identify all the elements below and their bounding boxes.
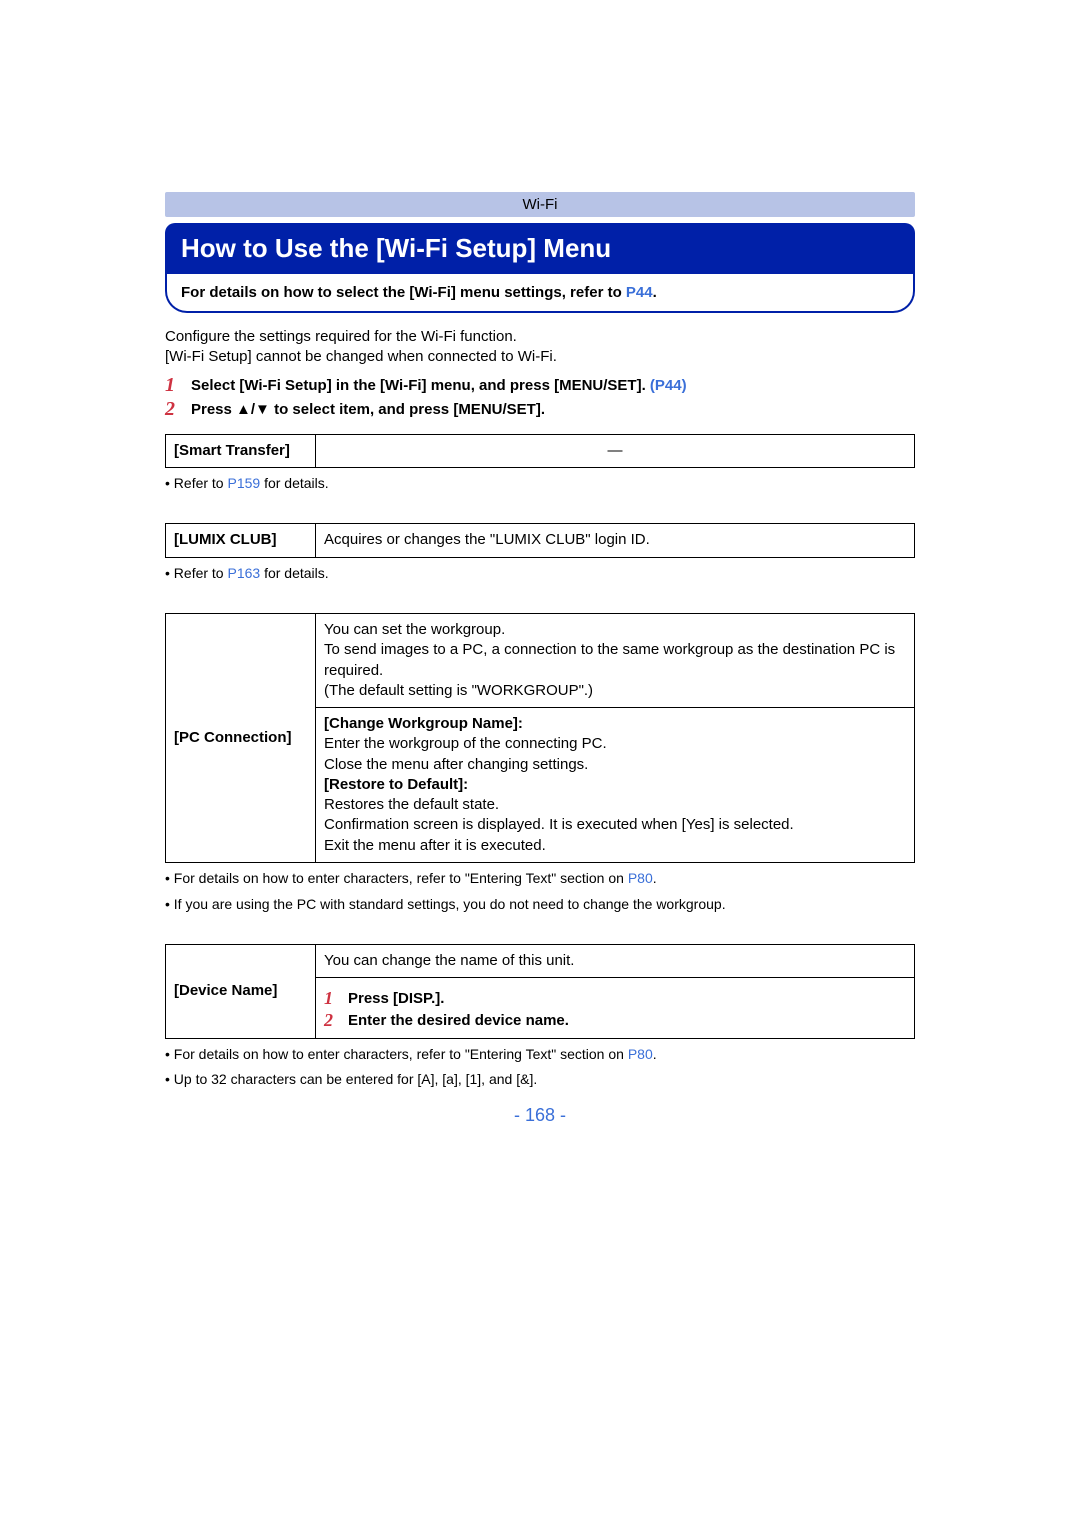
link-p159[interactable]: P159 [227, 475, 260, 491]
note: • If you are using the PC with standard … [165, 895, 915, 915]
table-label: [Smart Transfer] [166, 434, 316, 467]
step-row: 2 Press ▲/▼ to select item, and press [M… [165, 398, 915, 420]
inner-step-text: Press [DISP.]. [348, 988, 444, 1009]
sub-line: Confirmation screen is displayed. It is … [324, 815, 906, 835]
main-steps: 1 Select [Wi-Fi Setup] in the [Wi-Fi] me… [165, 374, 915, 420]
link-p80[interactable]: P80 [628, 870, 653, 886]
note-text: • For details on how to enter characters… [165, 1046, 628, 1062]
intro-line-2: [Wi-Fi Setup] cannot be changed when con… [165, 347, 915, 367]
table-lumix-club: [LUMIX CLUB] Acquires or changes the "LU… [165, 523, 915, 557]
note-text: • For details on how to enter characters… [165, 870, 628, 886]
link-p80-b[interactable]: P80 [628, 1046, 653, 1062]
link-p163[interactable]: P163 [227, 565, 260, 581]
inner-step-row: 1 Press [DISP.]. [324, 988, 906, 1010]
note-text-post: . [653, 1046, 657, 1062]
note-text-post: . [653, 870, 657, 886]
note-text-post: for details. [260, 565, 328, 581]
table-label: [LUMIX CLUB] [166, 524, 316, 557]
step-1-text: Select [Wi-Fi Setup] in the [Wi-Fi] menu… [191, 377, 650, 394]
table-value-steps: 1 Press [DISP.]. 2 Enter the desired dev… [316, 978, 915, 1038]
inner-steps: 1 Press [DISP.]. 2 Enter the desired dev… [324, 988, 906, 1031]
table-value-top: You can change the name of this unit. [316, 945, 915, 978]
note: • Refer to P163 for details. [165, 564, 915, 584]
table-value-top: You can set the workgroup. To send image… [316, 614, 915, 708]
details-text-after: . [653, 284, 657, 301]
details-callout: For details on how to select the [Wi-Fi]… [165, 274, 915, 313]
table-value: Acquires or changes the "LUMIX CLUB" log… [316, 524, 915, 557]
sub-line: Close the menu after changing settings. [324, 755, 906, 775]
note: • For details on how to enter characters… [165, 869, 915, 889]
step-text: Press ▲/▼ to select item, and press [MEN… [191, 398, 545, 420]
table-value: — [316, 434, 915, 467]
inner-step-row: 2 Enter the desired device name. [324, 1010, 906, 1032]
step-number: 1 [165, 374, 191, 396]
table-smart-transfer: [Smart Transfer] — [165, 434, 915, 468]
note: • Refer to P159 for details. [165, 474, 915, 494]
sub-heading: [Change Workgroup Name]: [324, 714, 906, 734]
intro-text: Configure the settings required for the … [165, 327, 915, 368]
inner-step-number: 2 [324, 1010, 348, 1032]
page-number: - 168 - [0, 1105, 1080, 1126]
sub-line: Enter the workgroup of the connecting PC… [324, 734, 906, 754]
pc-line: (The default setting is "WORKGROUP".) [324, 681, 906, 701]
note-text: • Refer to [165, 475, 227, 491]
page-title: How to Use the [Wi-Fi Setup] Menu [165, 223, 915, 274]
table-label: [Device Name] [166, 945, 316, 1038]
step-row: 1 Select [Wi-Fi Setup] in the [Wi-Fi] me… [165, 374, 915, 396]
table-device-name: [Device Name] You can change the name of… [165, 944, 915, 1038]
arrow-up-down-icon: ▲/▼ [236, 401, 270, 418]
table-label: [PC Connection] [166, 614, 316, 863]
step-text: Select [Wi-Fi Setup] in the [Wi-Fi] menu… [191, 374, 687, 396]
pc-line: To send images to a PC, a connection to … [324, 640, 906, 681]
step-2-text-post: to select item, and press [MENU/SET]. [270, 401, 545, 418]
sub-heading: [Restore to Default]: [324, 775, 906, 795]
inner-step-text: Enter the desired device name. [348, 1010, 569, 1031]
step-number: 2 [165, 398, 191, 420]
note: • Up to 32 characters can be entered for… [165, 1070, 915, 1090]
page-content: Wi-Fi How to Use the [Wi-Fi Setup] Menu … [0, 0, 1080, 1090]
link-p44[interactable]: P44 [626, 284, 653, 301]
pc-line: You can set the workgroup. [324, 620, 906, 640]
sub-line: Exit the menu after it is executed. [324, 836, 906, 856]
inner-step-number: 1 [324, 988, 348, 1010]
table-value-bottom: [Change Workgroup Name]: Enter the workg… [316, 708, 915, 863]
details-text: For details on how to select the [Wi-Fi]… [181, 284, 626, 301]
note: • For details on how to enter characters… [165, 1045, 915, 1065]
note-text: • Refer to [165, 565, 227, 581]
note-text-post: for details. [260, 475, 328, 491]
intro-line-1: Configure the settings required for the … [165, 327, 915, 347]
table-pc-connection: [PC Connection] You can set the workgrou… [165, 613, 915, 863]
link-p44-inline[interactable]: (P44) [650, 377, 687, 394]
breadcrumb: Wi-Fi [165, 192, 915, 217]
sub-line: Restores the default state. [324, 795, 906, 815]
step-2-text-pre: Press [191, 401, 236, 418]
